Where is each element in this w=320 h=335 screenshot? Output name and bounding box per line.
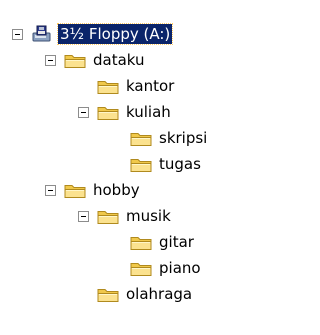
tree-node-label[interactable]: olahraga bbox=[124, 284, 194, 304]
collapse-toggle-icon[interactable] bbox=[12, 28, 23, 40]
tree-node-label[interactable]: piano bbox=[157, 258, 203, 278]
tree-node-label[interactable]: skripsi bbox=[157, 128, 209, 148]
tree-node-label[interactable]: gitar bbox=[157, 232, 196, 252]
tree-node-musik[interactable]: musik bbox=[78, 203, 173, 229]
collapse-toggle-icon[interactable] bbox=[45, 54, 56, 66]
tree-node-label[interactable]: hobby bbox=[91, 180, 142, 200]
tree-node-label[interactable]: musik bbox=[124, 206, 173, 226]
folder-icon bbox=[130, 259, 152, 277]
tree-node-hobby[interactable]: hobby bbox=[45, 177, 142, 203]
tree-node-label[interactable]: 3½ Floppy (A:) bbox=[56, 23, 174, 45]
folder-icon bbox=[130, 233, 152, 251]
tree-node-dataku[interactable]: dataku bbox=[45, 47, 147, 73]
tree-node-floppy-drive[interactable]: 3½ Floppy (A:) bbox=[12, 21, 174, 47]
tree-node-piano[interactable]: piano bbox=[130, 255, 203, 281]
folder-icon bbox=[130, 155, 152, 173]
collapse-toggle-icon[interactable] bbox=[45, 184, 56, 196]
tree-node-gitar[interactable]: gitar bbox=[130, 229, 196, 255]
tree-node-tugas[interactable]: tugas bbox=[130, 151, 203, 177]
folder-icon bbox=[97, 77, 119, 95]
folder-icon bbox=[130, 129, 152, 147]
tree-node-olahraga[interactable]: olahraga bbox=[97, 281, 194, 307]
folder-tree: 3½ Floppy (A:) dataku kantor kuliah skri… bbox=[0, 0, 255, 335]
tree-node-label[interactable]: dataku bbox=[91, 50, 147, 70]
collapse-toggle-icon[interactable] bbox=[78, 210, 89, 222]
tree-node-label[interactable]: tugas bbox=[157, 154, 203, 174]
folder-icon bbox=[64, 181, 86, 199]
collapse-toggle-icon[interactable] bbox=[78, 106, 89, 118]
folder-icon bbox=[64, 51, 86, 69]
folder-icon bbox=[97, 285, 119, 303]
tree-node-label[interactable]: kuliah bbox=[124, 102, 173, 122]
tree-node-kuliah[interactable]: kuliah bbox=[78, 99, 173, 125]
floppy-drive-icon bbox=[31, 25, 53, 43]
tree-node-label[interactable]: kantor bbox=[124, 76, 176, 96]
folder-icon bbox=[97, 103, 119, 121]
folder-icon bbox=[97, 207, 119, 225]
tree-node-kantor[interactable]: kantor bbox=[97, 73, 176, 99]
tree-node-skripsi[interactable]: skripsi bbox=[130, 125, 209, 151]
